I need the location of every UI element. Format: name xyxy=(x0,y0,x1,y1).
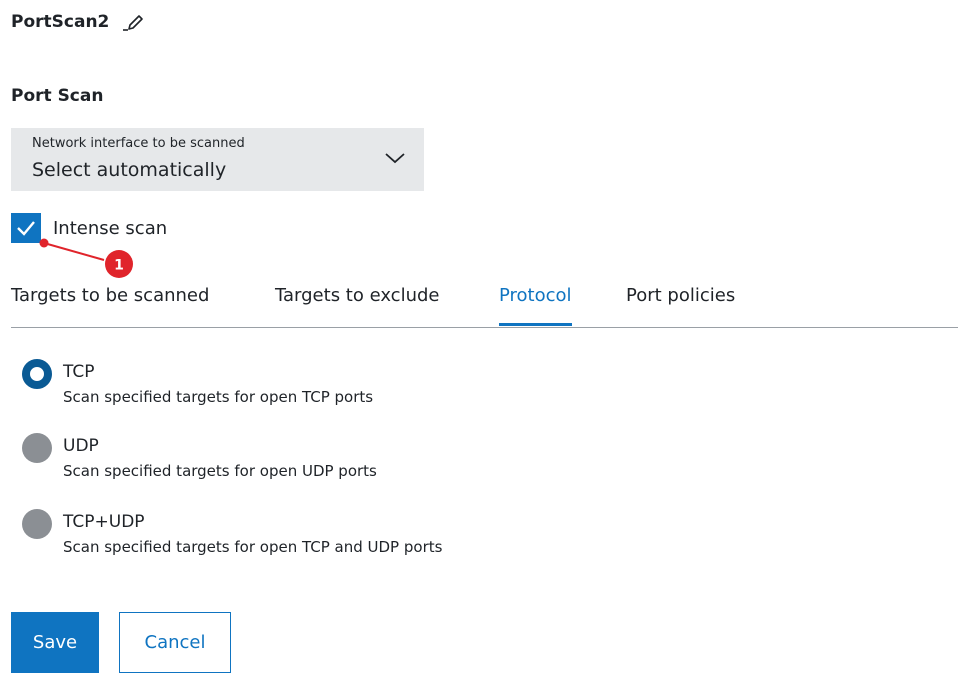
radio-label: TCP+UDP xyxy=(63,512,145,532)
protocol-option-tcp[interactable]: TCP Scan specified targets for open TCP … xyxy=(22,359,373,408)
intense-scan-checkbox-row[interactable]: Intense scan xyxy=(11,213,167,243)
checkmark-icon xyxy=(17,221,35,236)
cancel-button[interactable]: Cancel xyxy=(119,612,231,673)
network-interface-select[interactable]: Network interface to be scanned Select a… xyxy=(11,128,424,191)
radio-label: TCP xyxy=(63,362,95,382)
radio-udp[interactable] xyxy=(22,433,52,463)
tab-port-policies[interactable]: Port policies xyxy=(626,282,735,326)
radio-tcp[interactable] xyxy=(22,359,52,389)
chevron-down-icon xyxy=(385,153,405,164)
tab-bar: Targets to be scanned Targets to exclude… xyxy=(11,282,958,328)
annotation-number: 1 xyxy=(114,258,124,274)
annotation-callout: 1 xyxy=(39,238,133,278)
select-label: Network interface to be scanned xyxy=(32,136,245,151)
radio-description: Scan specified targets for open TCP and … xyxy=(63,538,443,556)
radio-description: Scan specified targets for open UDP port… xyxy=(63,462,377,480)
select-value: Select automatically xyxy=(32,159,227,181)
tab-targets-to-exclude[interactable]: Targets to exclude xyxy=(275,282,439,326)
intense-scan-label: Intense scan xyxy=(53,217,168,239)
page-title: PortScan2 xyxy=(11,12,110,32)
tab-protocol[interactable]: Protocol xyxy=(499,282,572,326)
pencil-icon[interactable] xyxy=(121,10,145,34)
protocol-option-udp[interactable]: UDP Scan specified targets for open UDP … xyxy=(22,433,377,482)
intense-scan-checkbox[interactable] xyxy=(11,213,41,243)
radio-label: UDP xyxy=(63,436,99,456)
tab-targets-to-be-scanned[interactable]: Targets to be scanned xyxy=(11,282,209,326)
save-button[interactable]: Save xyxy=(11,612,99,673)
title-row: PortScan2 xyxy=(11,10,145,34)
radio-description: Scan specified targets for open TCP port… xyxy=(63,388,374,406)
protocol-option-tcp-udp[interactable]: TCP+UDP Scan specified targets for open … xyxy=(22,509,442,558)
radio-tcp-udp[interactable] xyxy=(22,509,52,539)
section-title: Port Scan xyxy=(11,86,104,106)
